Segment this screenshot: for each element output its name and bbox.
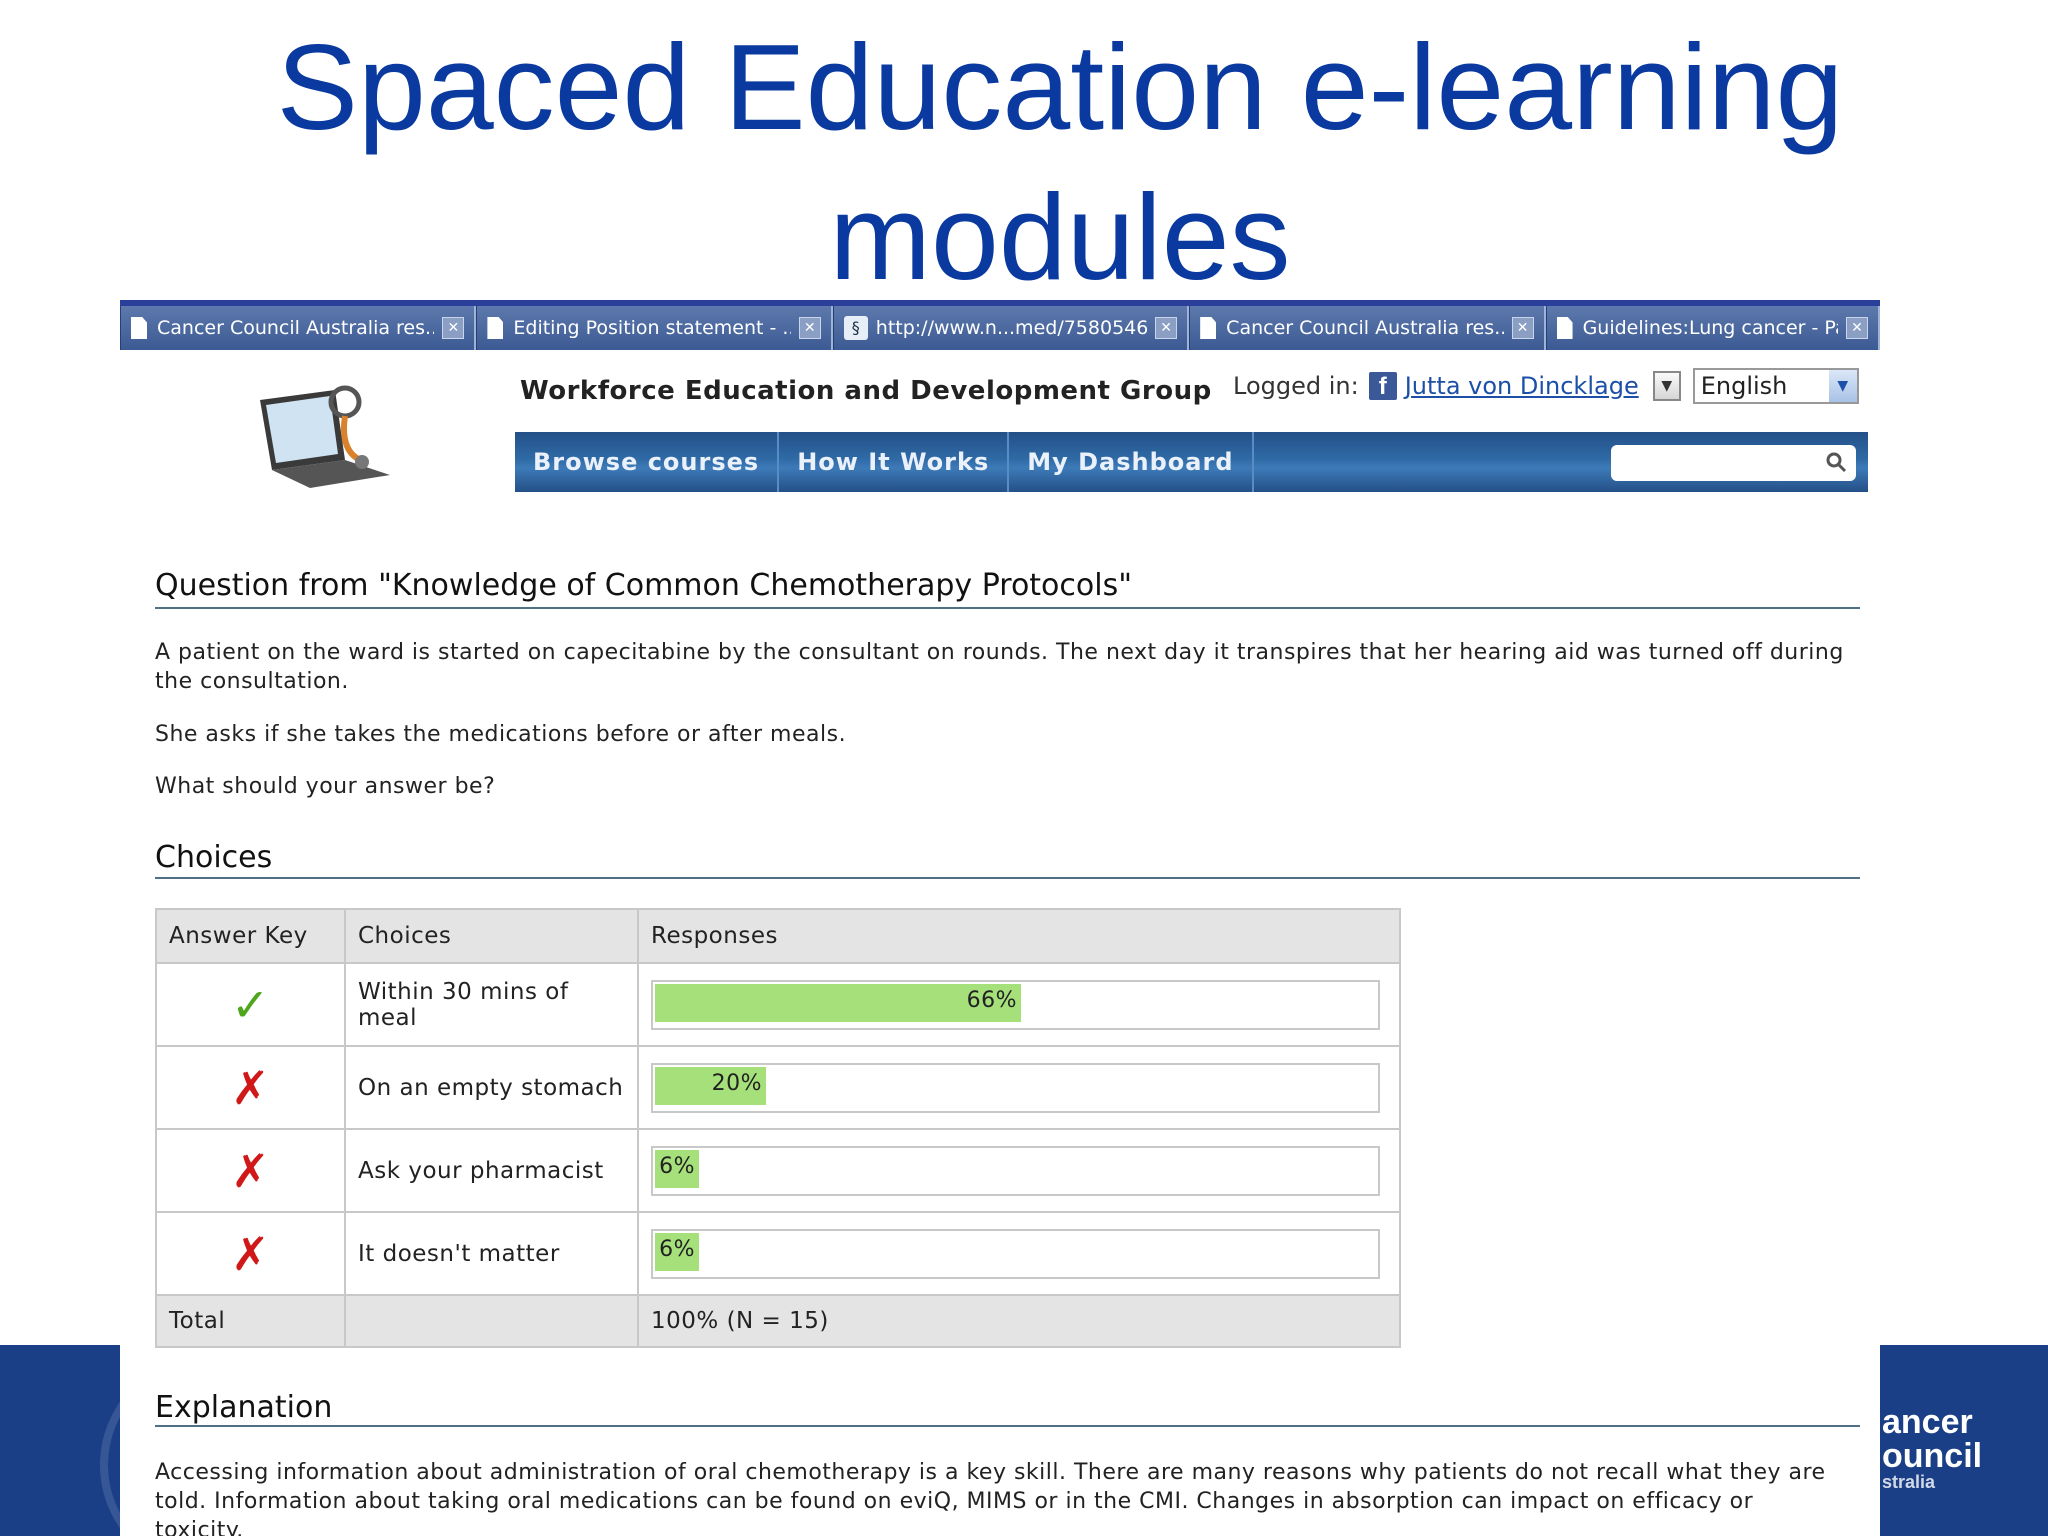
choices-heading: Choices <box>155 840 273 875</box>
response-bar-fill: 6% <box>655 1232 699 1271</box>
document-icon <box>487 317 504 339</box>
browser-tab-bar: Cancer Council Australia res... ✕ Editin… <box>120 300 1880 350</box>
response-percent: 6% <box>659 1236 695 1262</box>
response-bar: 6% <box>651 1145 1380 1196</box>
browser-tab[interactable]: Cancer Council Australia res... ✕ <box>120 306 477 350</box>
table-row: ✓ Within 30 mins of meal 66% <box>155 962 1401 1047</box>
response-percent: 66% <box>966 987 1017 1013</box>
close-icon[interactable]: ✕ <box>1155 317 1178 339</box>
response-bar-fill: 6% <box>655 1149 699 1188</box>
table-total-row: Total 100% (N = 15) <box>155 1294 1401 1348</box>
language-value: English <box>1700 372 1788 400</box>
search-icon[interactable] <box>1824 450 1848 474</box>
explanation-heading-rule <box>155 1425 1860 1427</box>
nav-browse-courses[interactable]: Browse courses <box>515 432 780 492</box>
user-menu-dropdown[interactable]: ▼ <box>1652 371 1681 401</box>
total-label: Total <box>155 1294 346 1348</box>
search-input[interactable] <box>1611 445 1856 481</box>
cross-icon: ✗ <box>230 1226 271 1281</box>
question-text-1: A patient on the ward is started on cape… <box>155 640 1844 694</box>
responses-table: Answer Key Choices Responses ✓ Within 30 … <box>155 908 1401 1348</box>
slide-title: Spaced Education e-learning modules <box>0 12 2048 312</box>
explanation-text: Accessing information about administrati… <box>155 1460 1826 1536</box>
choices-heading-rule <box>155 877 1860 879</box>
response-bar: 6% <box>651 1228 1380 1279</box>
chevron-down-icon: ▼ <box>1828 370 1857 402</box>
cross-icon: ✗ <box>230 1143 271 1198</box>
browser-tab[interactable]: Guidelines:Lung cancer - Pat... ✕ <box>1545 306 1880 350</box>
site-group-name: Workforce Education and Development Grou… <box>520 376 1212 406</box>
question-heading-rule <box>155 607 1860 609</box>
close-icon[interactable]: ✕ <box>798 317 821 339</box>
nav-how-it-works[interactable]: How It Works <box>779 432 1010 492</box>
col-responses: Responses <box>637 908 1401 964</box>
table-row: ✗ On an empty stomach 20% <box>155 1045 1401 1130</box>
response-bar-fill: 66% <box>655 983 1021 1022</box>
total-value: 100% (N = 15) <box>637 1294 1401 1348</box>
laptop-stethoscope-logo <box>260 385 390 488</box>
language-select[interactable]: English ▼ <box>1692 368 1859 404</box>
nav-my-dashboard[interactable]: My Dashboard <box>1009 432 1254 492</box>
close-icon[interactable]: ✕ <box>442 317 465 339</box>
table-header-row: Answer Key Choices Responses <box>155 908 1401 964</box>
slide-title-line2: modules <box>829 169 1291 305</box>
checkmark-icon: ✓ <box>230 977 271 1032</box>
logged-in-label: Logged in: <box>1233 372 1359 400</box>
document-icon <box>1556 317 1573 339</box>
main-navbar: Browse courses How It Works My Dashboard <box>515 432 1868 492</box>
browser-tab[interactable]: Cancer Council Australia res... ✕ <box>1189 306 1546 350</box>
col-answer-key: Answer Key <box>155 908 346 964</box>
document-icon <box>131 317 147 339</box>
document-icon <box>1200 317 1217 339</box>
response-bar: 66% <box>651 979 1380 1030</box>
link-icon: § <box>843 316 868 340</box>
slide-title-line1: Spaced Education e-learning <box>276 19 1844 155</box>
browser-tab[interactable]: § http://www.n...med/7580546 ✕ <box>832 306 1190 350</box>
col-choices: Choices <box>344 908 639 964</box>
choice-text: On an empty stomach <box>344 1045 639 1130</box>
login-status: Logged in: f Jutta von Dincklage ▼ Engli… <box>1233 368 1859 404</box>
cross-icon: ✗ <box>230 1060 271 1115</box>
choice-text: It doesn't matter <box>344 1211 639 1296</box>
response-bar-fill: 20% <box>655 1066 766 1105</box>
response-percent: 6% <box>659 1153 695 1179</box>
user-profile-link[interactable]: Jutta von Dincklage <box>1405 372 1639 400</box>
response-percent: 20% <box>711 1070 762 1096</box>
table-row: ✗ Ask your pharmacist 6% <box>155 1128 1401 1213</box>
question-text-2: She asks if she takes the medications be… <box>155 722 847 747</box>
close-icon[interactable]: ✕ <box>1511 317 1534 339</box>
choice-text: Ask your pharmacist <box>344 1128 639 1213</box>
facebook-icon: f <box>1368 372 1397 400</box>
choice-text: Within 30 mins of meal <box>344 962 639 1047</box>
response-bar: 20% <box>651 1062 1380 1113</box>
explanation-heading: Explanation <box>155 1390 333 1425</box>
browser-tab[interactable]: Editing Position statement - ... ✕ <box>476 306 833 350</box>
table-row: ✗ It doesn't matter 6% <box>155 1211 1401 1296</box>
question-text-3: What should your answer be? <box>155 774 496 799</box>
close-icon[interactable]: ✕ <box>1846 317 1868 339</box>
cancer-council-logo: ancer ouncil stralia <box>1882 1403 1983 1492</box>
question-heading: Question from "Knowledge of Common Chemo… <box>155 568 1133 603</box>
browser-screenshot: Cancer Council Australia res... ✕ Editin… <box>120 300 1880 1536</box>
